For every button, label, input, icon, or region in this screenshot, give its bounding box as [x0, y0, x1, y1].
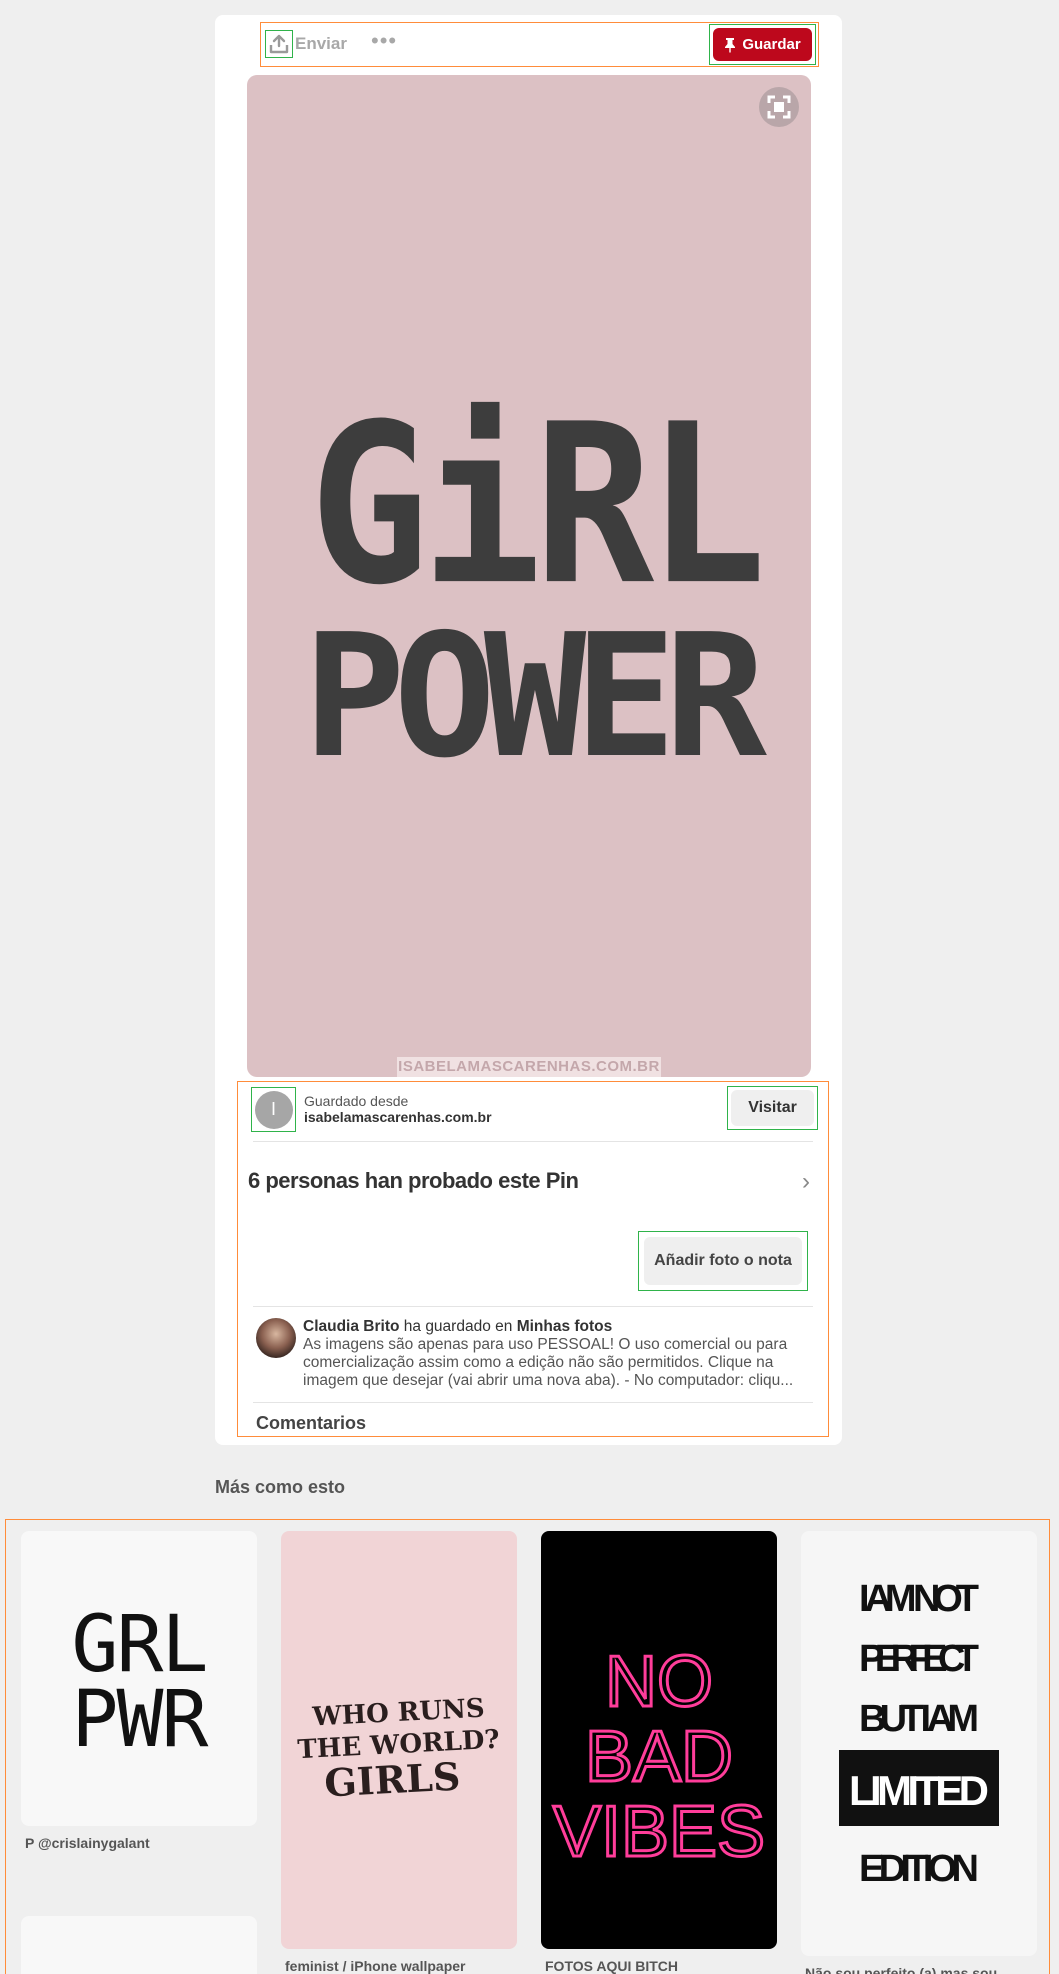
related-pin-5[interactable]	[21, 1916, 257, 1974]
activity-action: ha guardado en	[403, 1318, 513, 1335]
related-pins-grid: GRL PWR P @crislainygalant WHO RUNS THE …	[5, 1519, 1050, 1974]
add-photo-wrapper: Añadir foto o nota	[638, 1231, 808, 1291]
pin4-art-line-1: I AM NOT	[859, 1578, 979, 1620]
divider	[253, 1141, 813, 1142]
add-photo-button[interactable]: Añadir foto o nota	[644, 1237, 802, 1285]
source-avatar[interactable]: I	[254, 1090, 293, 1129]
pushpin-icon	[725, 37, 736, 52]
pin-details: I Guardado desde isabelamascarenhas.com.…	[237, 1081, 829, 1437]
activity-text: Claudia Brito ha guardado en Minhas foto…	[303, 1318, 813, 1390]
chevron-right-icon[interactable]: ›	[802, 1168, 810, 1196]
activity-description: As imagens são apenas para uso PESSOAL! …	[303, 1336, 794, 1389]
related-pin-2-caption[interactable]: feminist / iPhone wallpaper	[285, 1958, 465, 1974]
source-avatar-wrapper[interactable]: I	[251, 1087, 296, 1132]
pin4-art-line-3: BUT I AM	[859, 1698, 979, 1740]
art-line-2: POWER	[303, 598, 767, 796]
pin-image[interactable]: GiRL POWER ISABELAMASCARENHAS.COM.BR	[247, 75, 811, 1077]
send-button[interactable]: Enviar	[295, 34, 347, 54]
share-icon[interactable]	[265, 30, 293, 58]
comments-heading: Comentarios	[256, 1413, 367, 1433]
related-pin-2[interactable]: WHO RUNS THE WORLD? GIRLS	[281, 1531, 517, 1949]
related-pin-4-art: I AM NOT PERFECT BUT I AM LIMITED EDITIO…	[839, 1578, 999, 1890]
related-pin-4-caption[interactable]: Não sou perfeito (a) mas sou	[805, 1965, 997, 1974]
divider	[253, 1306, 813, 1307]
related-pin-1[interactable]: GRL PWR	[21, 1531, 257, 1826]
expand-icon[interactable]	[759, 87, 799, 127]
related-pin-1-caption[interactable]: P @crislainygalant	[25, 1835, 150, 1851]
pin4-art-line-5: EDITION	[859, 1848, 979, 1890]
pin4-art-line-4: LIMITED	[849, 1767, 989, 1814]
related-pin-2-art: WHO RUNS THE WORLD? GIRLS	[297, 1694, 501, 1806]
related-pin-4[interactable]: I AM NOT PERFECT BUT I AM LIMITED EDITIO…	[801, 1531, 1037, 1956]
save-button-label: Guardar	[742, 36, 801, 53]
pin3-art-line-3: VIBES	[553, 1792, 765, 1872]
divider	[253, 1402, 813, 1403]
pin1-art-line-2: PWR	[72, 1675, 209, 1765]
related-pin-3-art: NO BAD VIBES	[551, 1641, 766, 1874]
more-options-icon[interactable]: •••	[371, 28, 397, 54]
pin3-art-line-1: NO	[605, 1642, 713, 1722]
pin4-art-line-2: PERFECT	[859, 1638, 979, 1680]
art-line-1: GiRL	[309, 377, 759, 634]
tried-section-title[interactable]: 6 personas han probado este Pin	[248, 1168, 579, 1194]
source-domain-link[interactable]: isabelamascarenhas.com.br	[304, 1109, 492, 1125]
watermark: ISABELAMASCARENHAS.COM.BR	[397, 1057, 661, 1077]
visit-button-wrapper: Visitar	[727, 1086, 818, 1130]
saved-from-label: Guardado desde	[304, 1093, 409, 1109]
activity-user-link[interactable]: Claudia Brito	[303, 1318, 399, 1335]
visit-button[interactable]: Visitar	[731, 1090, 814, 1126]
save-button-wrapper: Guardar	[709, 24, 816, 65]
pin-artwork: GiRL POWER	[303, 377, 779, 796]
user-avatar[interactable]	[256, 1318, 296, 1358]
more-like-this-title: Más como esto	[215, 1477, 346, 1497]
pin-toolbar: Enviar ••• Guardar	[260, 22, 819, 67]
pin3-art-line-2: BAD	[585, 1717, 733, 1797]
related-pin-1-art: GRL PWR	[72, 1600, 211, 1765]
pin2-art-line-3: GIRLS	[323, 1753, 461, 1805]
related-pin-3[interactable]: NO BAD VIBES	[541, 1531, 777, 1949]
activity-board-link[interactable]: Minhas fotos	[517, 1318, 613, 1335]
save-button[interactable]: Guardar	[713, 28, 812, 61]
related-pin-3-caption[interactable]: FOTOS AQUI BITCH	[545, 1958, 678, 1974]
